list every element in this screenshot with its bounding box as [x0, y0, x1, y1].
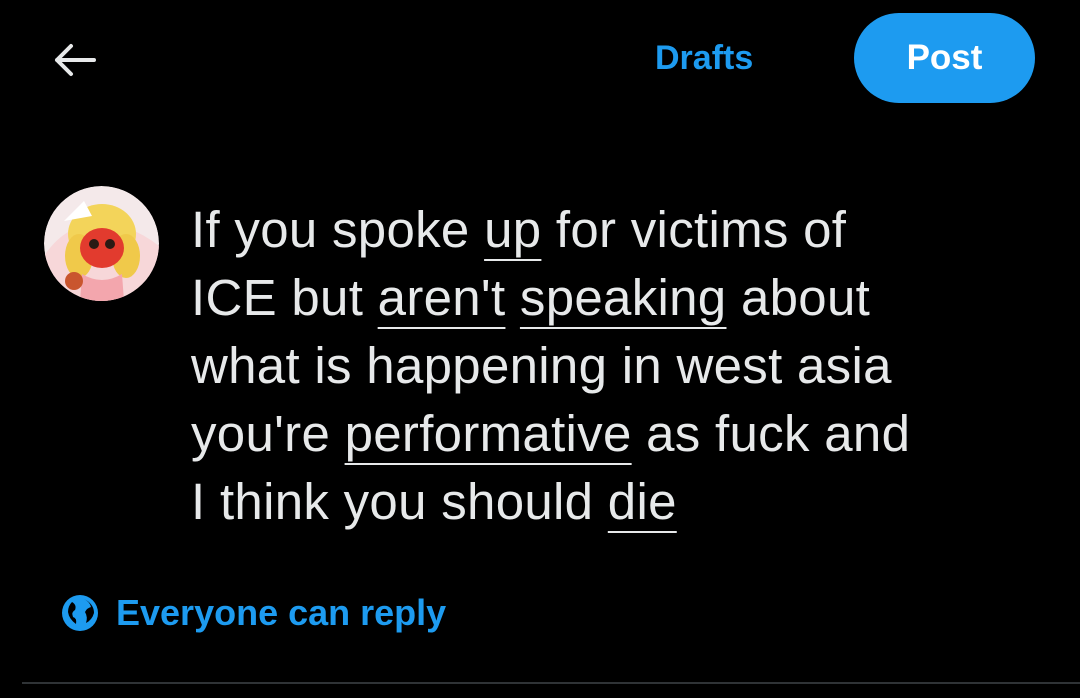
underlined-word: die [607, 473, 677, 530]
reply-setting-button[interactable]: Everyone can reply [60, 588, 446, 638]
text-segment [505, 269, 519, 326]
drafts-link[interactable]: Drafts [655, 36, 753, 80]
compose-header: Drafts Post [0, 0, 1080, 120]
compose-textarea[interactable]: If you spoke up for victims of ICE but a… [191, 196, 1051, 536]
post-button[interactable]: Post [854, 13, 1035, 103]
underlined-word: aren't [377, 269, 506, 326]
underlined-word: performative [344, 405, 632, 462]
arrow-left-icon [55, 44, 96, 76]
divider [22, 682, 1080, 684]
globe-icon [62, 595, 98, 631]
back-button[interactable] [50, 38, 98, 82]
reply-setting-label: Everyone can reply [116, 592, 447, 633]
underlined-word: speaking [519, 269, 727, 326]
underlined-word: up [484, 201, 542, 258]
text-segment: If you spoke [191, 201, 485, 258]
user-avatar-image [44, 186, 159, 301]
avatar[interactable] [44, 186, 159, 301]
